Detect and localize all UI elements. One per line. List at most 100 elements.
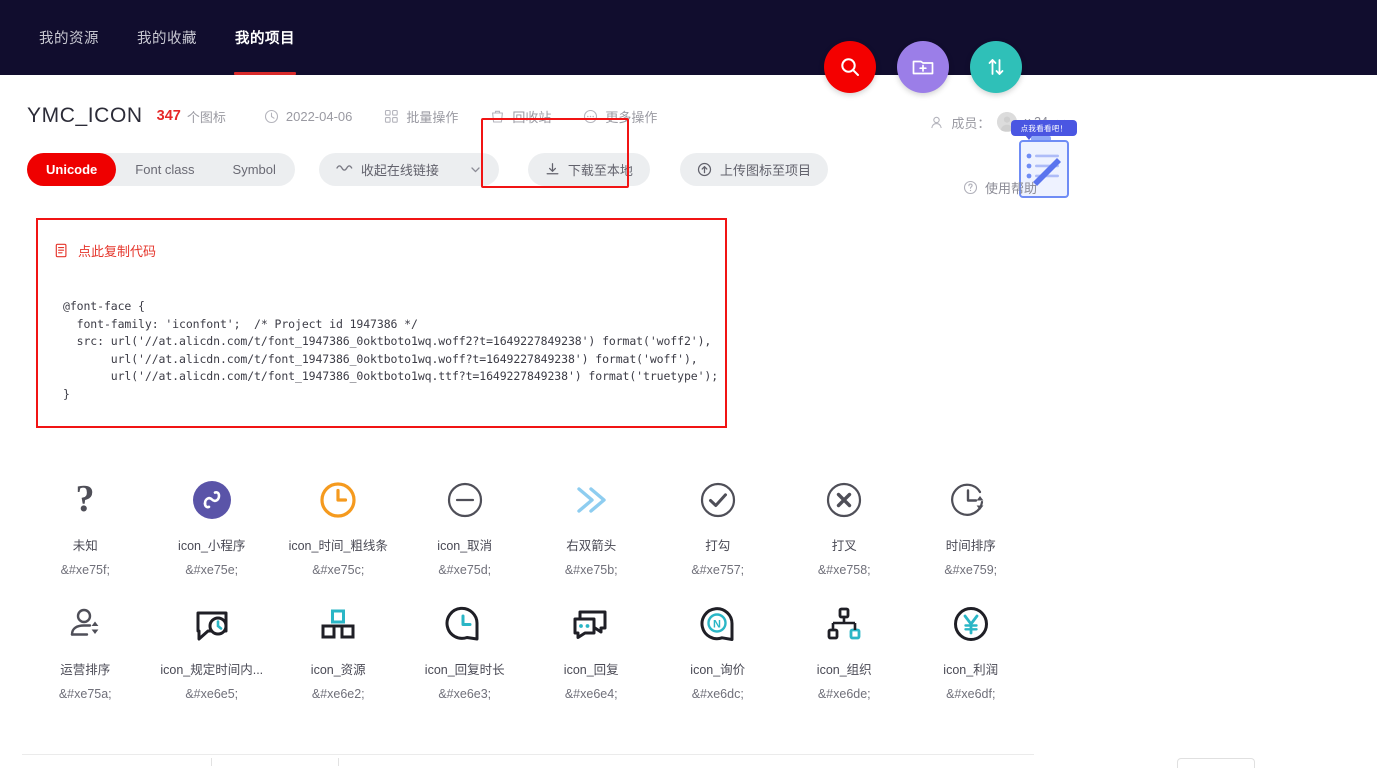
page-title: YMC_ICON xyxy=(27,104,143,127)
peek-cell xyxy=(22,758,149,766)
grid-row-divider xyxy=(22,754,1034,755)
members-label: 成员： xyxy=(951,115,991,131)
tab-symbol[interactable]: Symbol xyxy=(214,153,295,186)
blocks-icon xyxy=(317,601,359,647)
icon-cell[interactable]: icon_组织 &#xe6de; xyxy=(781,587,908,711)
icon-name: icon_时间_粗线条 xyxy=(288,539,388,553)
icon-name: icon_询价 xyxy=(690,663,746,677)
icon-code: &#xe758; xyxy=(817,563,871,577)
nav-tab-my-resources[interactable]: 我的资源 xyxy=(20,0,118,75)
icon-code: &#xe6e3; xyxy=(438,687,492,701)
upload-icons-label: 上传图标至项目 xyxy=(719,162,811,178)
icon-code: &#xe75e; xyxy=(185,563,239,577)
org-tree-icon xyxy=(823,601,865,647)
double-chevron-right-glyph xyxy=(577,487,606,513)
icon-code: &#xe75d; xyxy=(438,563,492,577)
search-icon xyxy=(841,58,859,76)
question-circle-icon xyxy=(963,180,978,195)
icon-name: 时间排序 xyxy=(945,539,996,553)
icon-cell[interactable]: 时间排序 &#xe759; xyxy=(908,463,1035,587)
icon-cell[interactable]: icon_利润 &#xe6df; xyxy=(908,587,1035,711)
survey-bubble-label: 点我看看吧！ xyxy=(1011,120,1077,140)
top-navbar: 我的资源 我的收藏 我的项目 xyxy=(0,0,1377,93)
sort-fab-button[interactable] xyxy=(970,41,1022,93)
blocks-glyph xyxy=(321,609,355,639)
recycle-bin-button[interactable]: 回收站 xyxy=(490,107,551,126)
icon-code: &#xe75a; xyxy=(58,687,112,701)
icon-cell[interactable]: icon_资源 &#xe6e2; xyxy=(275,587,402,711)
yuan-circle-icon xyxy=(950,601,992,647)
icon-code: &#xe75f; xyxy=(60,563,110,577)
sort-updown-icon xyxy=(988,59,1004,75)
icon-name: 打勾 xyxy=(705,539,731,553)
check-circle-icon xyxy=(697,477,739,523)
peek-cell xyxy=(781,758,908,766)
icon-name: icon_回复 xyxy=(563,663,619,677)
icon-code: &#xe757; xyxy=(691,563,745,577)
batch-operation-button[interactable]: 批量操作 xyxy=(384,107,458,126)
more-operations-label: 更多操作 xyxy=(605,109,658,125)
collapse-online-link-button[interactable]: 收起在线链接 xyxy=(318,152,499,186)
icon-code: &#xe759; xyxy=(944,563,998,577)
peek-cell xyxy=(655,758,782,766)
bubble-n-icon: N xyxy=(696,601,740,647)
icon-name: icon_组织 xyxy=(816,663,872,677)
icon-count-unit: 个图标 xyxy=(186,109,226,125)
icon-cell[interactable]: icon_取消 &#xe75d; xyxy=(402,463,529,587)
icon-cell[interactable]: ? 未知 &#xe75f; xyxy=(22,463,149,587)
clock-orange-icon xyxy=(317,477,359,523)
icon-cell[interactable]: N icon_询价 &#xe6dc; xyxy=(655,587,782,711)
icon-cell[interactable]: icon_规定时间内... &#xe6e5; xyxy=(149,587,276,711)
search-fab-button[interactable] xyxy=(824,41,876,93)
icon-code: &#xe6e5; xyxy=(185,687,239,701)
collapse-online-link-label: 收起在线链接 xyxy=(360,162,439,178)
question-mark-glyph: ? xyxy=(76,479,95,520)
icon-name: icon_小程序 xyxy=(178,539,246,553)
nav-tab-my-favorites[interactable]: 我的收藏 xyxy=(118,0,216,75)
icon-cell[interactable]: 打叉 &#xe758; xyxy=(781,463,908,587)
question-mark-icon: ? xyxy=(68,477,102,523)
copy-code-label: 点此复制代码 xyxy=(78,244,157,259)
icon-name: 打叉 xyxy=(831,539,857,553)
more-operations-button[interactable]: 更多操作 xyxy=(583,107,657,126)
miniprogram-glyph xyxy=(192,481,231,519)
chevron-down-icon[interactable] xyxy=(469,163,482,176)
nav-tab-label: 我的资源 xyxy=(39,31,99,47)
icon-cell[interactable]: 右双箭头 &#xe75b; xyxy=(528,463,655,587)
icon-code: &#xe6e2; xyxy=(311,687,365,701)
project-date: 2022-04-06 xyxy=(264,108,353,124)
icon-name: icon_取消 xyxy=(437,539,493,553)
icon-cell[interactable]: 打勾 &#xe757; xyxy=(655,463,782,587)
clock-orange-glyph xyxy=(320,482,356,518)
trash-icon xyxy=(492,110,504,123)
yuan-circle-glyph xyxy=(953,607,988,641)
download-to-local-button[interactable]: 下载至本地 xyxy=(527,152,650,186)
upload-icons-button[interactable]: 上传图标至项目 xyxy=(679,152,828,186)
bottom-right-widget[interactable] xyxy=(1177,758,1255,768)
recycle-bin-label: 回收站 xyxy=(512,109,552,125)
new-project-fab-button[interactable] xyxy=(897,41,949,93)
font-face-code-block[interactable]: @font-face { font-family: 'iconfont'; /*… xyxy=(37,286,726,419)
download-icon xyxy=(546,162,559,174)
clock-sort-glyph xyxy=(950,483,984,516)
chat-dots-icon xyxy=(569,601,613,647)
tab-symbol-label: Symbol xyxy=(232,161,276,177)
tab-font-class[interactable]: Font class xyxy=(116,153,213,186)
nav-tab-my-projects[interactable]: 我的项目 xyxy=(216,0,314,75)
icon-cell[interactable]: icon_回复时长 &#xe6e3; xyxy=(402,587,529,711)
project-date-label: 2022-04-06 xyxy=(285,108,353,124)
icon-cell[interactable]: 运营排序 &#xe75a; xyxy=(22,587,149,711)
icon-cell[interactable]: icon_时间_粗线条 &#xe75c; xyxy=(275,463,402,587)
icon-cell[interactable]: icon_小程序 &#xe75e; xyxy=(149,463,276,587)
next-row-peek xyxy=(22,758,1034,766)
peek-cell xyxy=(528,758,655,766)
copy-code-button[interactable]: 点此复制代码 xyxy=(37,219,156,260)
icon-code: &#xe75c; xyxy=(312,563,365,577)
icon-name: 运营排序 xyxy=(60,663,111,677)
peek-cell xyxy=(275,758,402,766)
tab-unicode-label: Unicode xyxy=(46,161,98,177)
nav-tab-list: 我的资源 我的收藏 我的项目 xyxy=(0,0,314,75)
tab-unicode[interactable]: Unicode xyxy=(27,152,117,186)
usage-help-link[interactable]: 使用帮助 xyxy=(963,178,1037,197)
icon-cell[interactable]: icon_回复 &#xe6e4; xyxy=(528,587,655,711)
